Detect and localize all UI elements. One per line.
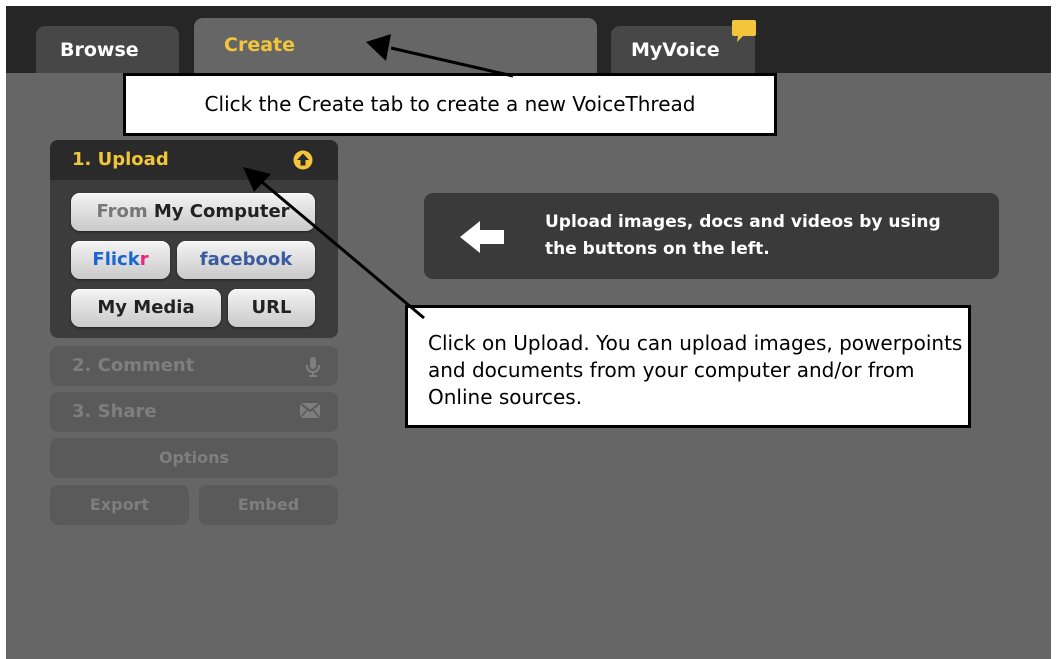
- envelope-icon: [300, 403, 320, 418]
- tab-browse[interactable]: Browse: [36, 26, 179, 73]
- embed-label: Embed: [237, 495, 300, 514]
- upload-step-title: 1. Upload: [72, 149, 169, 170]
- upload-hint-box: Upload images, docs and videos by using …: [424, 193, 999, 279]
- speech-bubble-icon: [732, 20, 756, 42]
- tab-browse-label: Browse: [60, 39, 139, 61]
- from-my-computer-button[interactable]: From My Computer: [71, 193, 315, 231]
- tab-myvoice[interactable]: MyVoice: [611, 20, 756, 73]
- upload-hint-text: Upload images, docs and videos by using …: [545, 212, 941, 259]
- create-tab-callout: Click the Create tab to create a new Voi…: [123, 73, 777, 136]
- upload-step-header[interactable]: 1. Upload: [50, 140, 338, 180]
- facebook-button[interactable]: facebook: [177, 241, 315, 279]
- left-arrow-icon: [460, 221, 504, 253]
- voicethread-window: Browse MyVoice Create 1. Upload From My …: [6, 6, 1051, 659]
- url-button[interactable]: URL: [228, 289, 315, 327]
- upload-panel: 1. Upload From My Computer Flickr facebo…: [50, 140, 338, 338]
- url-label: URL: [251, 297, 292, 318]
- microphone-icon: [306, 357, 320, 377]
- tab-create-label: Create: [224, 34, 295, 56]
- options-button[interactable]: Options: [50, 438, 338, 478]
- upload-arrow-icon: [293, 150, 313, 170]
- my-media-button[interactable]: My Media: [71, 289, 221, 327]
- options-label: Options: [158, 448, 230, 467]
- flickr-label-r: r: [139, 249, 149, 270]
- embed-button[interactable]: Embed: [199, 485, 338, 525]
- from-label: From: [96, 201, 148, 222]
- my-computer-label: My Computer: [153, 201, 290, 222]
- comment-step-label: 2. Comment: [72, 355, 195, 376]
- upload-callout: Click on Upload. You can upload images, …: [405, 305, 971, 428]
- upload-callout-text: Click on Upload. You can upload images, …: [428, 331, 963, 409]
- tab-create[interactable]: Create: [194, 18, 597, 76]
- tab-myvoice-label: MyVoice: [631, 39, 720, 61]
- export-button[interactable]: Export: [50, 485, 189, 525]
- create-callout-text: Click the Create tab to create a new Voi…: [204, 92, 696, 116]
- share-step[interactable]: 3. Share: [50, 392, 338, 432]
- comment-step[interactable]: 2. Comment: [50, 346, 338, 386]
- my-media-label: My Media: [97, 297, 195, 318]
- flickr-button[interactable]: Flickr: [71, 241, 170, 279]
- facebook-label: facebook: [199, 249, 293, 270]
- flickr-label-main: Flick: [92, 249, 140, 270]
- export-label: Export: [89, 495, 150, 514]
- share-step-label: 3. Share: [72, 401, 157, 422]
